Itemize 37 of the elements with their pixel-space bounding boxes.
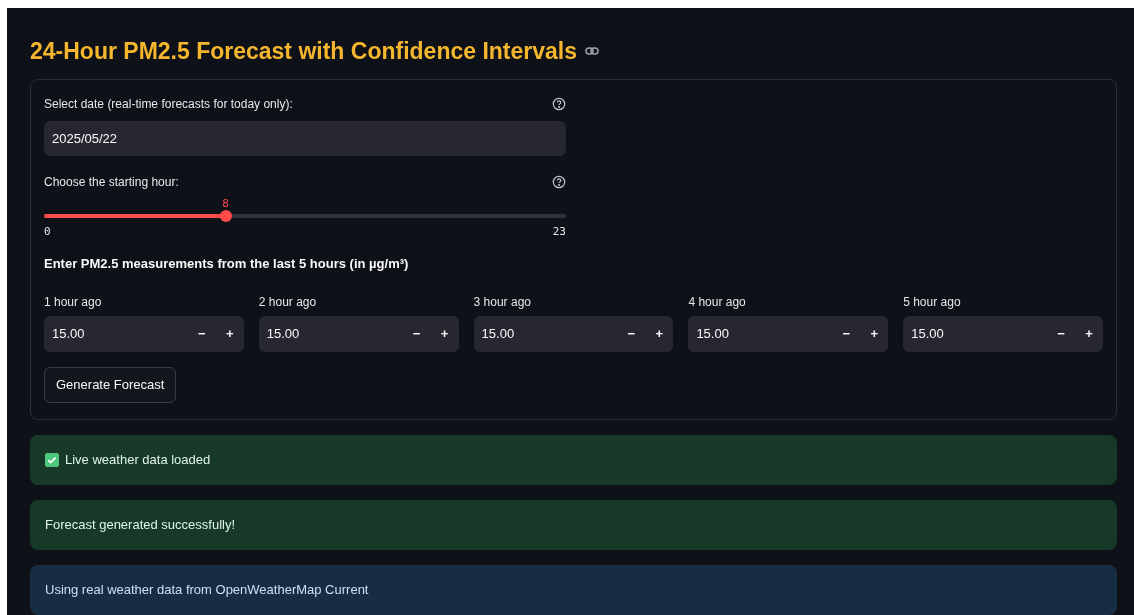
number-field[interactable]: 15.00 bbox=[258, 324, 403, 344]
help-icon[interactable] bbox=[552, 97, 566, 111]
field-label: 1 hour ago bbox=[44, 294, 103, 311]
number-field[interactable]: 15.00 bbox=[903, 324, 1047, 344]
increment-button[interactable]: + bbox=[860, 316, 889, 352]
slider-min: 0 bbox=[44, 224, 51, 240]
page-title: 24-Hour PM2.5 Forecast with Confidence Intervals bbox=[30, 36, 578, 66]
increment-button[interactable]: + bbox=[1075, 316, 1103, 352]
decrement-button[interactable]: − bbox=[1047, 316, 1075, 352]
slider-value: 8 bbox=[222, 196, 229, 212]
decrement-button[interactable]: − bbox=[832, 316, 861, 352]
number-field[interactable]: 15.00 bbox=[688, 324, 833, 344]
number-field[interactable]: 15.00 bbox=[473, 324, 618, 344]
alert-text: Using real weather data from OpenWeatherMap Current bbox=[45, 581, 369, 600]
section-heading: Enter PM2.5 measurements from the last 5 hours (in µg/m³) bbox=[44, 254, 410, 273]
date-field[interactable]: 2025/05/22 bbox=[44, 121, 566, 156]
slider-thumb[interactable] bbox=[219, 210, 232, 222]
increment-button[interactable]: + bbox=[215, 316, 244, 352]
alert-text: Forecast generated successfully! bbox=[45, 516, 236, 535]
field-label: 3 hour ago bbox=[473, 294, 532, 311]
decrement-button[interactable]: − bbox=[187, 316, 216, 352]
field-label: Select date (real-time forecasts for today only): bbox=[44, 96, 293, 113]
generate-forecast-button[interactable]: Generate Forecast bbox=[44, 367, 177, 403]
link-icon[interactable] bbox=[585, 46, 600, 56]
alert-text: Live weather data loaded bbox=[65, 451, 211, 470]
decrement-button[interactable]: − bbox=[617, 316, 646, 352]
increment-button[interactable]: + bbox=[645, 316, 674, 352]
increment-button[interactable]: + bbox=[430, 316, 459, 352]
help-icon[interactable] bbox=[552, 175, 566, 189]
field-label: 4 hour ago bbox=[688, 294, 747, 311]
number-field[interactable]: 15.00 bbox=[44, 324, 188, 344]
field-label: Choose the starting hour: bbox=[44, 174, 179, 191]
slider-max: 23 bbox=[552, 224, 566, 240]
field-label: 2 hour ago bbox=[258, 294, 318, 311]
field-label: 5 hour ago bbox=[903, 294, 962, 311]
slider-track[interactable] bbox=[44, 214, 566, 218]
decrement-button[interactable]: − bbox=[402, 316, 431, 352]
